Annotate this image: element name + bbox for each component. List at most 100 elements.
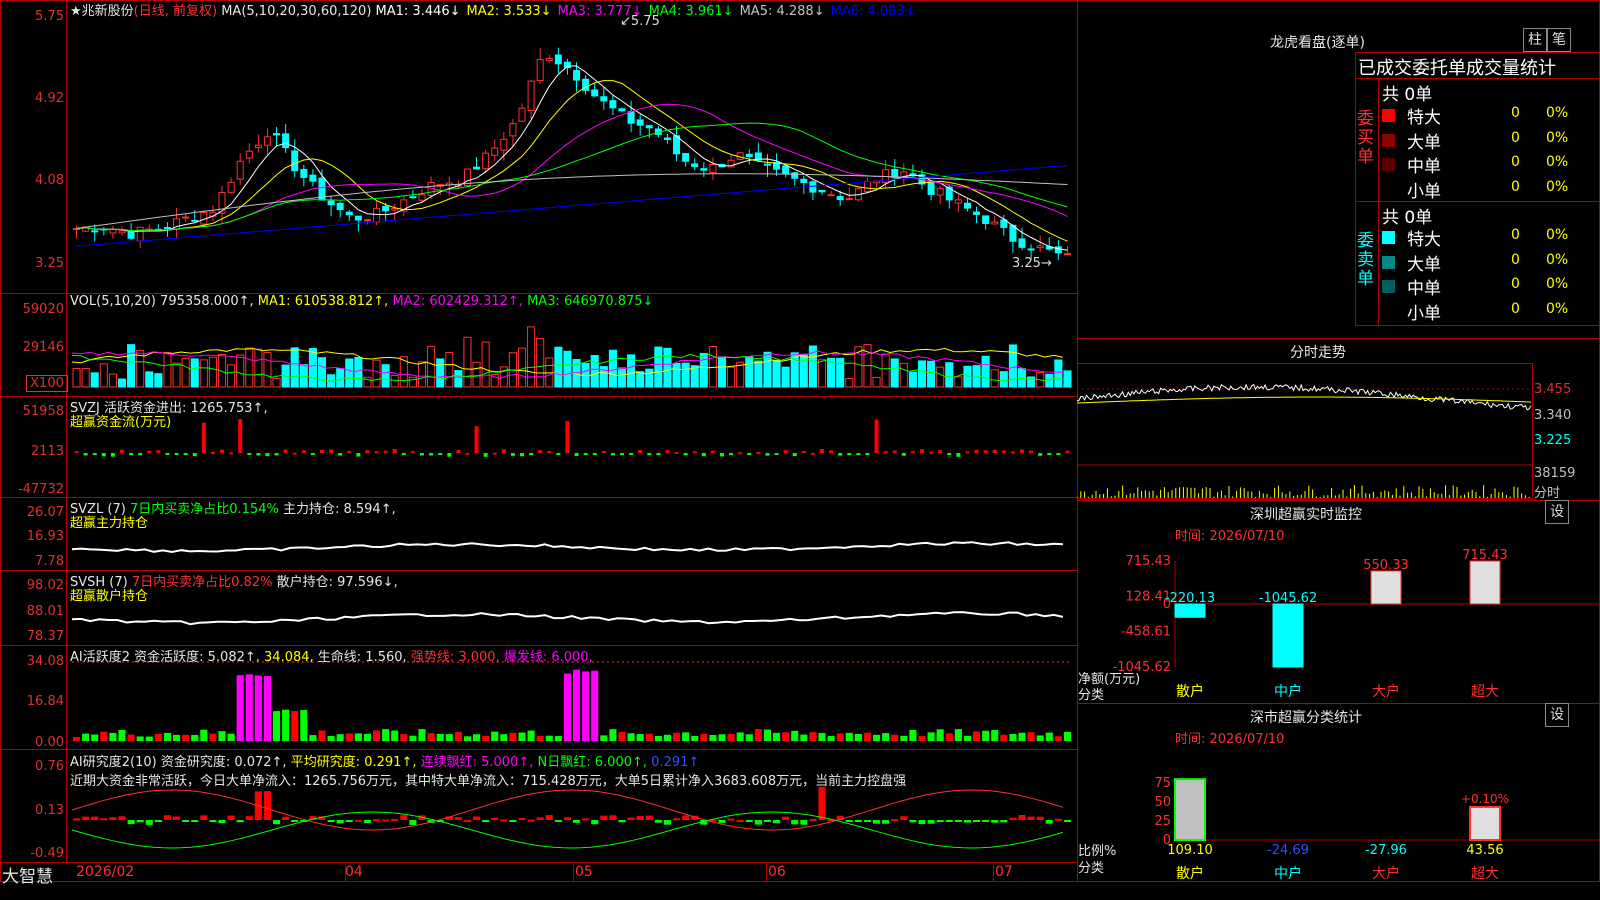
research-bar [863,820,871,822]
classify-cat: 分类 [1078,861,1105,876]
research-bar [918,820,926,825]
candle-body [782,165,790,175]
activity-bar [609,729,617,741]
candle-body [1054,246,1062,254]
volume-bar [236,354,245,388]
volume-bar [817,359,827,388]
research-bar [491,817,499,820]
candle-body [354,215,362,221]
money-flow-chart[interactable] [0,397,1078,497]
x-label: 06 [768,864,786,880]
volume-bar [908,371,917,388]
order-row-pct: 0% [1546,300,1569,317]
flow-bar [483,453,488,457]
flow-bar [310,453,315,455]
activity-bar [854,734,862,741]
research-bar [936,820,944,822]
research-bar [991,820,999,823]
research-bar [327,820,335,822]
activity-bar [509,732,517,741]
flow-bar [283,449,288,453]
activity-bar [954,729,962,741]
research-bar [927,820,935,824]
activity-bar [1000,734,1008,741]
flow-bar [720,453,724,457]
flow-bar [356,453,361,457]
monitor-cat: 分类 [1078,688,1105,703]
research-bar [845,820,853,822]
classify-bar-chart[interactable]: 7550250109.10散户-24.69中户-27.96大户43.56超大+0… [1077,703,1600,883]
volume-bar [436,358,445,388]
candle-body [263,136,271,146]
flow-bar [874,419,879,453]
candle-body [836,196,844,201]
research-bar [127,820,135,825]
high-label: ↙5.75 [620,14,660,29]
candle-body [609,100,617,109]
retail-holding-chart[interactable] [0,571,1078,645]
flow-bar [420,453,424,456]
candle-body [618,108,626,112]
monitor-bar [1272,603,1304,668]
order-color-swatch [1382,255,1395,269]
candle-body [491,147,499,156]
volume-bar [663,347,672,388]
research-chart[interactable] [0,750,1078,862]
candle-body [245,150,253,159]
research-bar [582,818,590,821]
candle-body [282,133,290,149]
candlestick-chart[interactable] [0,0,1078,293]
research-bar [363,820,371,823]
research-bar [945,820,953,822]
main-holding-chart[interactable] [0,498,1078,570]
monitor-bar-chart[interactable]: 715.43128.410-458.61-1045.62-220.13散户-10… [1077,500,1600,700]
activity-bar [363,733,371,741]
activity-bar [263,676,271,741]
flow-bar [383,450,388,453]
volume-bar [263,352,272,388]
order-row-pct: 0% [1546,251,1569,268]
research-bar [618,820,626,823]
classify-bar [1469,805,1501,841]
research-bar [263,791,271,820]
research-bar [1018,815,1026,820]
volume-chart[interactable] [0,294,1078,397]
activity-bar [373,730,381,741]
flow-bar [1056,453,1061,455]
volume-bar [117,378,127,388]
research-bar [645,815,653,820]
candle-body [227,181,235,193]
candle-body [191,219,199,222]
activity-bar [327,735,335,741]
volume-bar [208,356,217,388]
activity-bar [618,731,626,741]
activity-bar [691,735,699,741]
volume-bar [463,336,472,388]
monitor-tick: 715.43 [1126,554,1172,569]
activity-bar [700,733,708,741]
candle-body [382,205,390,212]
intraday-chart[interactable] [1077,363,1533,499]
monitor-value-label: -1045.62 [1259,591,1317,606]
research-bar [345,820,353,822]
activity-bar [200,729,208,741]
candle-body [418,194,426,201]
volume-bar [90,372,99,388]
tab-bar-button[interactable]: 柱 [1523,28,1547,52]
activity-chart[interactable] [0,646,1078,750]
order-row-pct: 0% [1546,227,1569,243]
flow-bar [956,453,961,457]
volume-bar [727,366,736,388]
activity-bar [218,731,226,741]
volume-bar [672,362,681,388]
activity-bar [409,735,417,741]
activity-bar [127,734,135,741]
activity-bar [545,735,553,741]
candle-body [118,230,126,234]
research-bar [745,820,753,822]
research-bar [200,815,208,820]
tab-pen-button[interactable]: 笔 [1547,28,1571,52]
candle-body [691,163,699,168]
candle-body [745,153,753,158]
order-color-swatch [1382,109,1395,122]
